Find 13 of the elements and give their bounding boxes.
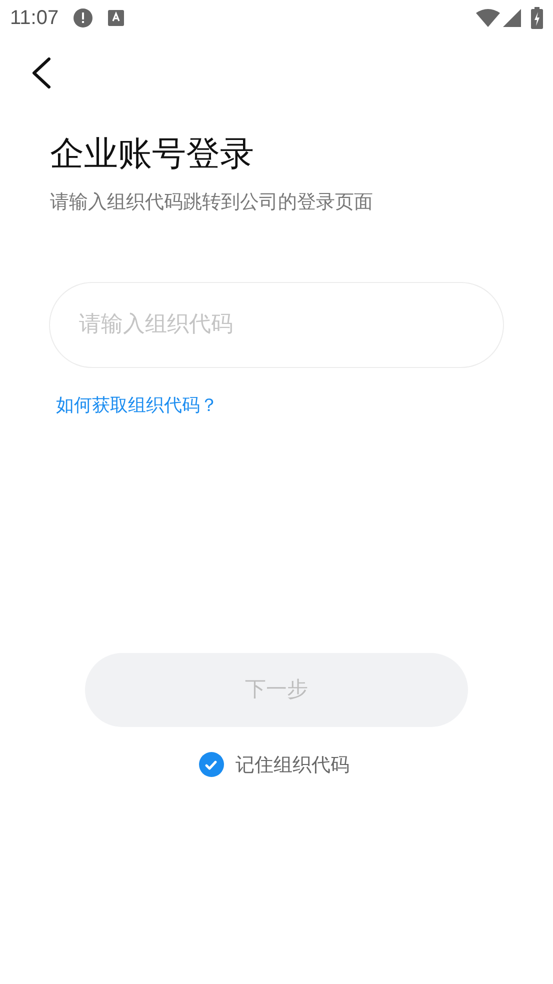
status-time: 11:07 [10, 6, 59, 31]
remember-label: 记住组织代码 [236, 752, 350, 778]
remember-checkbox[interactable] [198, 752, 224, 778]
battery-icon [531, 7, 543, 29]
page-title: 企业账号登录 [50, 133, 255, 176]
org-code-field[interactable]: 请输入组织代码 [49, 282, 504, 368]
wifi-icon [476, 8, 500, 28]
alert-icon [72, 8, 93, 28]
back-icon[interactable] [30, 57, 52, 89]
keyboard-icon [108, 10, 124, 26]
help-link[interactable]: 如何获取组织代码？ [56, 392, 218, 418]
page-subtitle: 请输入组织代码跳转到公司的登录页面 [50, 190, 374, 215]
signal-icon [503, 9, 521, 27]
